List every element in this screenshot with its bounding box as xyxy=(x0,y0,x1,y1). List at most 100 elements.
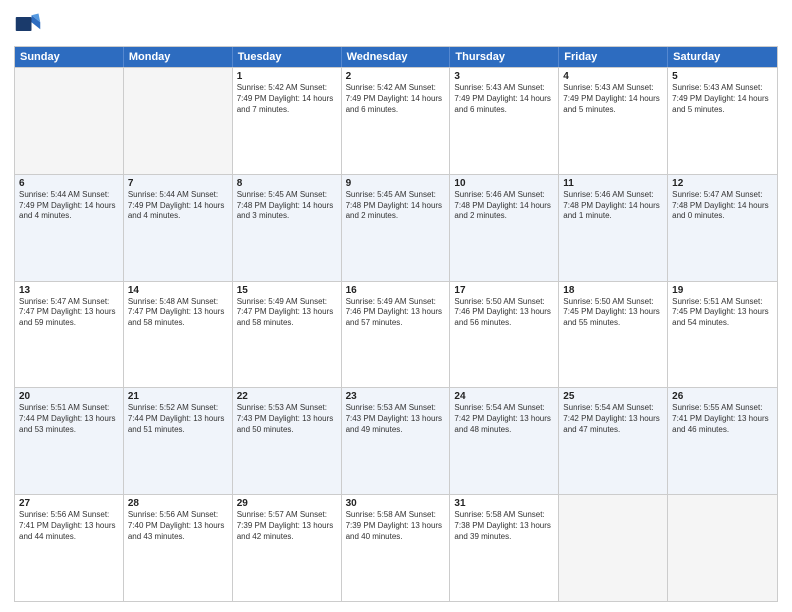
day-number: 19 xyxy=(672,285,773,296)
calendar-cell-r2c0: 13Sunrise: 5:47 AM Sunset: 7:47 PM Dayli… xyxy=(15,282,124,388)
calendar-cell-r2c5: 18Sunrise: 5:50 AM Sunset: 7:45 PM Dayli… xyxy=(559,282,668,388)
day-number: 28 xyxy=(128,498,228,509)
calendar-cell-r3c5: 25Sunrise: 5:54 AM Sunset: 7:42 PM Dayli… xyxy=(559,388,668,494)
cell-text: Sunrise: 5:57 AM Sunset: 7:39 PM Dayligh… xyxy=(237,510,337,542)
cell-text: Sunrise: 5:54 AM Sunset: 7:42 PM Dayligh… xyxy=(454,403,554,435)
cell-text: Sunrise: 5:45 AM Sunset: 7:48 PM Dayligh… xyxy=(237,190,337,222)
cell-text: Sunrise: 5:45 AM Sunset: 7:48 PM Dayligh… xyxy=(346,190,446,222)
day-number: 11 xyxy=(563,178,663,189)
calendar-cell-r3c4: 24Sunrise: 5:54 AM Sunset: 7:42 PM Dayli… xyxy=(450,388,559,494)
calendar-cell-r0c1 xyxy=(124,68,233,174)
day-number: 21 xyxy=(128,391,228,402)
calendar-cell-r4c4: 31Sunrise: 5:58 AM Sunset: 7:38 PM Dayli… xyxy=(450,495,559,601)
cell-text: Sunrise: 5:56 AM Sunset: 7:40 PM Dayligh… xyxy=(128,510,228,542)
calendar-body: 1Sunrise: 5:42 AM Sunset: 7:49 PM Daylig… xyxy=(15,67,777,601)
day-number: 18 xyxy=(563,285,663,296)
cell-text: Sunrise: 5:50 AM Sunset: 7:45 PM Dayligh… xyxy=(563,297,663,329)
cell-text: Sunrise: 5:42 AM Sunset: 7:49 PM Dayligh… xyxy=(237,83,337,115)
calendar-cell-r4c3: 30Sunrise: 5:58 AM Sunset: 7:39 PM Dayli… xyxy=(342,495,451,601)
day-number: 23 xyxy=(346,391,446,402)
calendar-cell-r2c6: 19Sunrise: 5:51 AM Sunset: 7:45 PM Dayli… xyxy=(668,282,777,388)
calendar-cell-r4c6 xyxy=(668,495,777,601)
day-number: 1 xyxy=(237,71,337,82)
day-number: 15 xyxy=(237,285,337,296)
calendar-cell-r1c5: 11Sunrise: 5:46 AM Sunset: 7:48 PM Dayli… xyxy=(559,175,668,281)
day-number: 25 xyxy=(563,391,663,402)
day-number: 30 xyxy=(346,498,446,509)
calendar: SundayMondayTuesdayWednesdayThursdayFrid… xyxy=(14,46,778,602)
day-number: 20 xyxy=(19,391,119,402)
calendar-cell-r2c3: 16Sunrise: 5:49 AM Sunset: 7:46 PM Dayli… xyxy=(342,282,451,388)
cell-text: Sunrise: 5:55 AM Sunset: 7:41 PM Dayligh… xyxy=(672,403,773,435)
day-number: 5 xyxy=(672,71,773,82)
header xyxy=(14,10,778,38)
day-number: 24 xyxy=(454,391,554,402)
day-number: 13 xyxy=(19,285,119,296)
day-number: 6 xyxy=(19,178,119,189)
cell-text: Sunrise: 5:53 AM Sunset: 7:43 PM Dayligh… xyxy=(346,403,446,435)
calendar-cell-r2c2: 15Sunrise: 5:49 AM Sunset: 7:47 PM Dayli… xyxy=(233,282,342,388)
weekday-header-monday: Monday xyxy=(124,47,233,67)
calendar-cell-r0c0 xyxy=(15,68,124,174)
calendar-cell-r1c6: 12Sunrise: 5:47 AM Sunset: 7:48 PM Dayli… xyxy=(668,175,777,281)
calendar-cell-r3c0: 20Sunrise: 5:51 AM Sunset: 7:44 PM Dayli… xyxy=(15,388,124,494)
weekday-header-thursday: Thursday xyxy=(450,47,559,67)
day-number: 26 xyxy=(672,391,773,402)
day-number: 9 xyxy=(346,178,446,189)
calendar-cell-r3c1: 21Sunrise: 5:52 AM Sunset: 7:44 PM Dayli… xyxy=(124,388,233,494)
calendar-cell-r4c2: 29Sunrise: 5:57 AM Sunset: 7:39 PM Dayli… xyxy=(233,495,342,601)
cell-text: Sunrise: 5:54 AM Sunset: 7:42 PM Dayligh… xyxy=(563,403,663,435)
calendar-cell-r3c3: 23Sunrise: 5:53 AM Sunset: 7:43 PM Dayli… xyxy=(342,388,451,494)
calendar-cell-r1c1: 7Sunrise: 5:44 AM Sunset: 7:49 PM Daylig… xyxy=(124,175,233,281)
calendar-cell-r2c4: 17Sunrise: 5:50 AM Sunset: 7:46 PM Dayli… xyxy=(450,282,559,388)
cell-text: Sunrise: 5:47 AM Sunset: 7:47 PM Dayligh… xyxy=(19,297,119,329)
calendar-cell-r3c2: 22Sunrise: 5:53 AM Sunset: 7:43 PM Dayli… xyxy=(233,388,342,494)
day-number: 10 xyxy=(454,178,554,189)
cell-text: Sunrise: 5:43 AM Sunset: 7:49 PM Dayligh… xyxy=(672,83,773,115)
calendar-cell-r0c5: 4Sunrise: 5:43 AM Sunset: 7:49 PM Daylig… xyxy=(559,68,668,174)
day-number: 8 xyxy=(237,178,337,189)
cell-text: Sunrise: 5:58 AM Sunset: 7:39 PM Dayligh… xyxy=(346,510,446,542)
calendar-cell-r1c0: 6Sunrise: 5:44 AM Sunset: 7:49 PM Daylig… xyxy=(15,175,124,281)
cell-text: Sunrise: 5:47 AM Sunset: 7:48 PM Dayligh… xyxy=(672,190,773,222)
day-number: 7 xyxy=(128,178,228,189)
calendar-cell-r4c0: 27Sunrise: 5:56 AM Sunset: 7:41 PM Dayli… xyxy=(15,495,124,601)
cell-text: Sunrise: 5:43 AM Sunset: 7:49 PM Dayligh… xyxy=(454,83,554,115)
calendar-cell-r1c3: 9Sunrise: 5:45 AM Sunset: 7:48 PM Daylig… xyxy=(342,175,451,281)
cell-text: Sunrise: 5:56 AM Sunset: 7:41 PM Dayligh… xyxy=(19,510,119,542)
calendar-cell-r4c5 xyxy=(559,495,668,601)
calendar-row-1: 6 Sunrise: 5:44 AM Sunset: 7:49 PM Daylig… xyxy=(15,174,777,281)
cell-text: Sunrise: 5:46 AM Sunset: 7:48 PM Dayligh… xyxy=(454,190,554,222)
cell-text: Sunrise: 5:50 AM Sunset: 7:46 PM Dayligh… xyxy=(454,297,554,329)
calendar-row-2: 13Sunrise: 5:47 AM Sunset: 7:47 PM Dayli… xyxy=(15,281,777,388)
calendar-cell-r0c6: 5Sunrise: 5:43 AM Sunset: 7:49 PM Daylig… xyxy=(668,68,777,174)
calendar-cell-r0c2: 1Sunrise: 5:42 AM Sunset: 7:49 PM Daylig… xyxy=(233,68,342,174)
day-number: 2 xyxy=(346,71,446,82)
calendar-cell-r0c3: 2Sunrise: 5:42 AM Sunset: 7:49 PM Daylig… xyxy=(342,68,451,174)
page: SundayMondayTuesdayWednesdayThursdayFrid… xyxy=(0,0,792,612)
day-number: 12 xyxy=(672,178,773,189)
cell-text: Sunrise: 5:52 AM Sunset: 7:44 PM Dayligh… xyxy=(128,403,228,435)
calendar-cell-r0c4: 3Sunrise: 5:43 AM Sunset: 7:49 PM Daylig… xyxy=(450,68,559,174)
cell-text: Sunrise: 5:51 AM Sunset: 7:44 PM Dayligh… xyxy=(19,403,119,435)
cell-text: Sunrise: 5:46 AM Sunset: 7:48 PM Dayligh… xyxy=(563,190,663,222)
calendar-row-3: 20Sunrise: 5:51 AM Sunset: 7:44 PM Dayli… xyxy=(15,387,777,494)
calendar-row-4: 27Sunrise: 5:56 AM Sunset: 7:41 PM Dayli… xyxy=(15,494,777,601)
day-number: 29 xyxy=(237,498,337,509)
calendar-cell-r1c2: 8Sunrise: 5:45 AM Sunset: 7:48 PM Daylig… xyxy=(233,175,342,281)
weekday-header-wednesday: Wednesday xyxy=(342,47,451,67)
weekday-header-tuesday: Tuesday xyxy=(233,47,342,67)
logo xyxy=(14,10,46,38)
calendar-header: SundayMondayTuesdayWednesdayThursdayFrid… xyxy=(15,47,777,67)
cell-text: Sunrise: 5:58 AM Sunset: 7:38 PM Dayligh… xyxy=(454,510,554,542)
day-number: 14 xyxy=(128,285,228,296)
weekday-header-friday: Friday xyxy=(559,47,668,67)
cell-text: Sunrise: 5:49 AM Sunset: 7:47 PM Dayligh… xyxy=(237,297,337,329)
calendar-cell-r2c1: 14Sunrise: 5:48 AM Sunset: 7:47 PM Dayli… xyxy=(124,282,233,388)
day-number: 4 xyxy=(563,71,663,82)
day-number: 17 xyxy=(454,285,554,296)
day-number: 16 xyxy=(346,285,446,296)
cell-text: Sunrise: 5:44 AM Sunset: 7:49 PM Dayligh… xyxy=(128,190,228,222)
weekday-header-saturday: Saturday xyxy=(668,47,777,67)
day-number: 22 xyxy=(237,391,337,402)
